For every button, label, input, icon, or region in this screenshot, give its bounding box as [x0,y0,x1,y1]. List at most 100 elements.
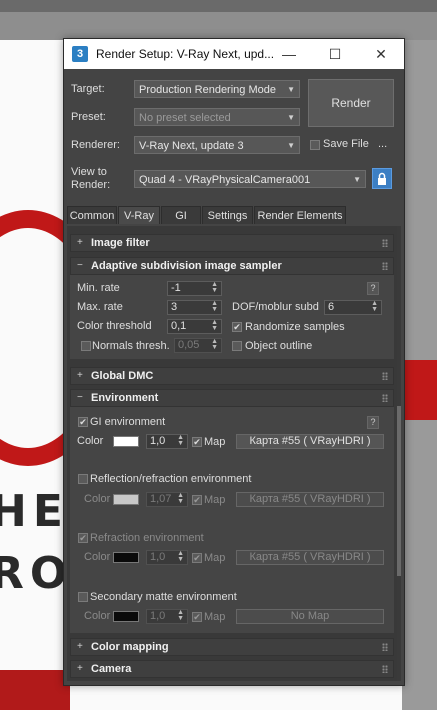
matte-color-swatch[interactable] [113,611,139,622]
preset-dropdown[interactable]: No preset selected ▼ [134,108,300,126]
renderer-value: V-Ray Next, update 3 [139,140,244,152]
lock-view-button[interactable] [372,168,392,189]
randomize-samples-checkbox[interactable]: ✔ [232,322,242,332]
randomize-samples-label: Randomize samples [245,321,345,333]
spinner-arrows-icon: ▲ ▼ [177,609,184,622]
drag-grip-icon[interactable] [382,665,388,673]
rollout-global-dmc[interactable]: + Global DMC [70,367,394,385]
view-to-render-label-2: Render: [71,179,111,191]
gi-map-button[interactable]: Карта #55 ( VRayHDRI ) [236,434,384,449]
drag-grip-icon[interactable] [382,372,388,380]
normals-threshold-spinner[interactable]: 0,05 ▲ ▼ [174,338,222,353]
view-value: Quad 4 - VRayPhysicalCamera001 [139,174,311,186]
drag-grip-icon[interactable] [382,394,388,402]
refr-color-label: Color [84,551,111,563]
more-options-button[interactable]: ... [378,138,387,150]
adaptive-sampler-body: Min. rate -1 ▲ ▼ ? Max. rate 3 ▲ ▼ DOF/moblu… [70,275,394,359]
matte-multiplier-spinner[interactable]: 1,0 ▲ ▼ [146,609,188,624]
render-setup-window: 3 Render Setup: V-Ray Next, upd... — ☐ ✕… [63,38,405,686]
vray-panel: + Image filter − Adaptive subdivision im… [67,226,397,681]
chevron-down-icon: ▼ [287,113,295,122]
object-outline-label: Object outline [245,340,313,352]
normals-threshold-checkbox[interactable] [81,341,91,351]
rollout-image-filter[interactable]: + Image filter [70,234,394,252]
tab-render-elements[interactable]: Render Elements [254,206,346,224]
tab-vray[interactable]: V-Ray [118,206,160,224]
tab-settings[interactable]: Settings [202,206,253,224]
spinner-arrows-icon: ▲ ▼ [211,281,218,294]
gi-map-label: Map [204,436,226,448]
panel-scrollbar[interactable] [397,226,401,681]
scrollbar-thumb[interactable] [397,406,401,576]
refr-color-swatch[interactable] [113,552,139,563]
secondary-matte-label: Secondary matte environment [90,591,237,603]
lock-icon [378,172,386,185]
rollout-environment[interactable]: − Environment [70,389,394,407]
refl-color-swatch[interactable] [113,494,139,505]
drag-grip-icon[interactable] [382,262,388,270]
tab-gi[interactable]: GI [161,206,201,224]
gi-multiplier-spinner[interactable]: 1,0 ▲ ▼ [146,434,188,449]
chevron-down-icon: ▼ [287,141,295,150]
save-file-label: Save File [323,138,369,150]
refl-map-checkbox[interactable]: ✔ [192,495,202,505]
tab-common[interactable]: Common [67,206,117,224]
rollout-color-mapping[interactable]: + Color mapping [70,638,394,656]
rollout-adaptive-sampler[interactable]: − Adaptive subdivision image sampler [70,257,394,275]
window-title: Render Setup: V-Ray Next, upd... [96,47,275,61]
max-rate-spinner[interactable]: 3 ▲ ▼ [167,300,222,315]
refl-multiplier-spinner[interactable]: 1,07 ▲ ▼ [146,492,188,507]
refr-map-button[interactable]: Карта #55 ( VRayHDRI ) [236,550,384,565]
renderer-dropdown[interactable]: V-Ray Next, update 3 ▼ [134,136,300,154]
reflection-refraction-checkbox[interactable] [78,474,88,484]
help-button[interactable]: ? [367,282,379,295]
rollout-title: Adaptive subdivision image sampler [91,260,282,272]
rollout-title: Environment [91,392,159,404]
rollout-camera[interactable]: + Camera [70,660,394,678]
renderer-label: Renderer: [71,139,120,151]
close-button[interactable]: ✕ [358,39,404,69]
gi-map-checkbox[interactable]: ✔ [192,437,202,447]
view-to-render-dropdown[interactable]: Quad 4 - VRayPhysicalCamera001 ▼ [134,170,366,188]
minimize-button[interactable]: — [266,39,312,69]
drag-grip-icon[interactable] [382,643,388,651]
refl-color-label: Color [84,493,111,505]
spinner-arrows-icon: ▲ ▼ [211,338,218,351]
drag-grip-icon[interactable] [382,239,388,247]
spinner-arrows-icon: ▲ ▼ [371,300,378,313]
refr-map-checkbox[interactable]: ✔ [192,553,202,563]
gi-color-swatch[interactable] [113,436,139,447]
dof-moblur-spinner[interactable]: 6 ▲ ▼ [324,300,382,315]
maximize-button[interactable]: ☐ [312,39,358,69]
color-threshold-spinner[interactable]: 0,1 ▲ ▼ [167,319,222,334]
min-rate-label: Min. rate [77,282,120,294]
rollout-title: Image filter [91,237,150,249]
secondary-matte-checkbox[interactable] [78,592,88,602]
refl-map-button[interactable]: Карта #55 ( VRayHDRI ) [236,492,384,507]
refr-multiplier-spinner[interactable]: 1,0 ▲ ▼ [146,550,188,565]
min-rate-spinner[interactable]: -1 ▲ ▼ [167,281,222,296]
environment-body: ✔ GI environment ? Color 1,0 ▲ ▼ ✔ Map Кар… [70,407,394,633]
help-button[interactable]: ? [367,416,379,429]
object-outline-checkbox[interactable] [232,341,242,351]
target-dropdown[interactable]: Production Rendering Mode ▼ [134,80,300,98]
matte-map-checkbox[interactable]: ✔ [192,612,202,622]
matte-color-label: Color [84,610,111,622]
dof-moblur-label: DOF/moblur subd [232,301,319,313]
matte-map-button[interactable]: No Map [236,609,384,624]
target-label: Target: [71,83,105,95]
matte-map-label: Map [204,611,226,623]
gi-environment-checkbox[interactable]: ✔ [78,417,88,427]
target-value: Production Rendering Mode [139,84,276,96]
reflection-refraction-label: Reflection/refraction environment [90,473,252,485]
spinner-arrows-icon: ▲ ▼ [211,300,218,313]
preset-value: No preset selected [139,112,231,124]
gi-color-label: Color [77,435,104,447]
spinner-arrows-icon: ▲ ▼ [211,319,218,332]
refraction-checkbox[interactable]: ✔ [78,533,88,543]
save-file-checkbox[interactable] [310,140,320,150]
spinner-arrows-icon: ▲ ▼ [177,434,184,447]
render-button[interactable]: Render [308,79,394,127]
title-bar[interactable]: 3 Render Setup: V-Ray Next, upd... — ☐ ✕ [64,39,404,69]
spinner-arrows-icon: ▲ ▼ [177,492,184,505]
